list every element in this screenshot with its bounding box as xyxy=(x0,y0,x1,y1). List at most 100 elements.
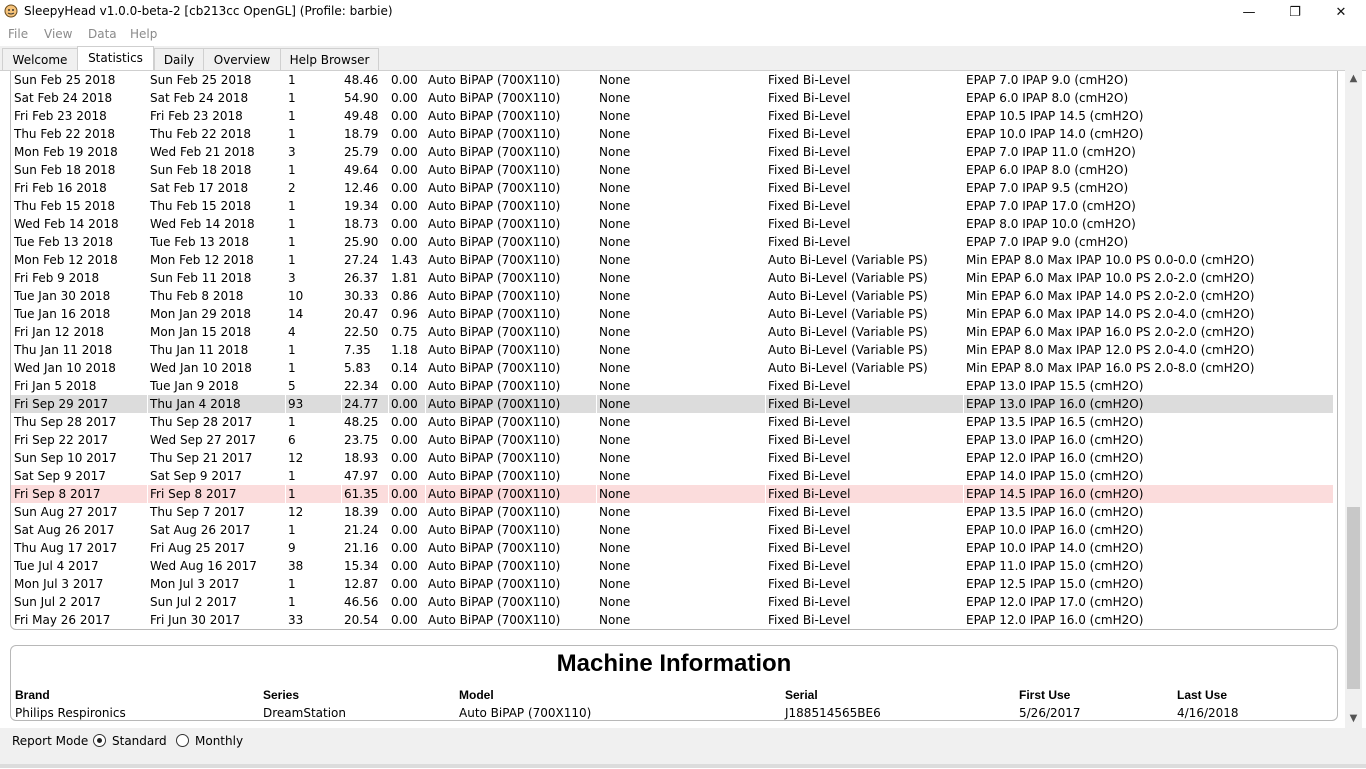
cell-median-hours: 47.97 xyxy=(344,469,379,483)
menu-view[interactable]: View xyxy=(44,27,72,41)
table-row[interactable]: Thu Jan 11 2018 Thu Jan 11 2018 1 7.35 1.18 A… xyxy=(11,341,1333,359)
scroll-up-icon[interactable]: ▲ xyxy=(1345,70,1362,87)
cell-end-date: Thu Feb 8 2018 xyxy=(150,289,244,303)
cell-start-date: Mon Feb 19 2018 xyxy=(14,145,118,159)
cell-days: 1 xyxy=(288,109,296,123)
vertical-scrollbar[interactable]: ▲ ▼ xyxy=(1345,70,1362,728)
cell-end-date: Thu Sep 7 2017 xyxy=(150,505,245,519)
cell-median-hours: 24.77 xyxy=(344,397,379,411)
table-row[interactable]: Tue Feb 13 2018 Tue Feb 13 2018 1 25.90 0.00… xyxy=(11,233,1333,251)
minimize-button[interactable]: — xyxy=(1226,0,1272,24)
menu-help[interactable]: Help xyxy=(130,27,157,41)
menu-data[interactable]: Data xyxy=(88,27,117,41)
cell-end-date: Mon Feb 12 2018 xyxy=(150,253,254,267)
monthly-radio-label[interactable]: Monthly xyxy=(195,734,243,748)
cell-machine: Auto BiPAP (700X110) xyxy=(428,397,561,411)
tab-statistics[interactable]: Statistics xyxy=(77,46,154,70)
table-row[interactable]: Tue Jan 30 2018 Thu Feb 8 2018 10 30.33 0.86… xyxy=(11,287,1333,305)
table-row[interactable]: Sat Aug 26 2017 Sat Aug 26 2017 1 21.24 0.00… xyxy=(11,521,1333,539)
cell-humidifier: None xyxy=(599,505,631,519)
table-row[interactable]: Fri Sep 22 2017 Wed Sep 27 2017 6 23.75 0.00… xyxy=(11,431,1333,449)
cell-start-date: Sun Sep 10 2017 xyxy=(14,451,117,465)
table-row[interactable]: Thu Sep 28 2017 Thu Sep 28 2017 1 48.25 0.00… xyxy=(11,413,1333,431)
cell-machine: Auto BiPAP (700X110) xyxy=(428,433,561,447)
table-row[interactable]: Mon Feb 12 2018 Mon Feb 12 2018 1 27.24 1.43… xyxy=(11,251,1333,269)
cell-end-date: Sat Feb 24 2018 xyxy=(150,91,249,105)
table-row[interactable]: Fri Jan 12 2018 Mon Jan 15 2018 4 22.50 0.75… xyxy=(11,323,1333,341)
cell-end-date: Tue Jan 9 2018 xyxy=(150,379,239,393)
cell-ahi: 0.00 xyxy=(391,145,418,159)
cell-machine: Auto BiPAP (700X110) xyxy=(428,487,561,501)
table-row[interactable]: Sun Jul 2 2017 Sun Jul 2 2017 1 46.56 0.00 Au… xyxy=(11,593,1333,611)
table-row[interactable]: Tue Jan 16 2018 Mon Jan 29 2018 14 20.47 0.9… xyxy=(11,305,1333,323)
table-row[interactable]: Fri Sep 8 2017 Fri Sep 8 2017 1 61.35 0.00 Au… xyxy=(11,485,1333,503)
table-row[interactable]: Fri Feb 9 2018 Sun Feb 11 2018 3 26.37 1.81 A… xyxy=(11,269,1333,287)
standard-radio-label[interactable]: Standard xyxy=(112,734,167,748)
cell-humidifier: None xyxy=(599,289,631,303)
cell-end-date: Tue Feb 13 2018 xyxy=(150,235,249,249)
tab-welcome[interactable]: Welcome xyxy=(2,48,78,70)
cell-mode: Fixed Bi-Level xyxy=(768,505,851,519)
table-row[interactable]: Sat Sep 9 2017 Sat Sep 9 2017 1 47.97 0.00 Au… xyxy=(11,467,1333,485)
cell-start-date: Sat Sep 9 2017 xyxy=(14,469,106,483)
cell-mode: Fixed Bi-Level xyxy=(768,469,851,483)
cell-median-hours: 23.75 xyxy=(344,433,379,447)
value-model: Auto BiPAP (700X110) xyxy=(459,706,592,720)
column-divider xyxy=(147,485,148,503)
cell-pressure: Min EPAP 6.0 Max IPAP 10.0 PS 2.0-2.0 (c… xyxy=(966,271,1255,285)
cell-ahi: 0.00 xyxy=(391,379,418,393)
cell-mode: Fixed Bi-Level xyxy=(768,559,851,573)
table-row[interactable]: Fri Jan 5 2018 Tue Jan 9 2018 5 22.34 0.00 Au… xyxy=(11,377,1333,395)
cell-start-date: Fri Sep 22 2017 xyxy=(14,433,109,447)
table-row[interactable]: Thu Feb 22 2018 Thu Feb 22 2018 1 18.79 0.00… xyxy=(11,125,1333,143)
scrollbar-thumb[interactable] xyxy=(1347,507,1360,689)
table-row[interactable]: Tue Jul 4 2017 Wed Aug 16 2017 38 15.34 0.00… xyxy=(11,557,1333,575)
cell-days: 1 xyxy=(288,415,296,429)
cell-ahi: 0.14 xyxy=(391,361,418,375)
tab-daily[interactable]: Daily xyxy=(154,48,204,70)
menu-file[interactable]: File xyxy=(8,27,28,41)
scroll-down-icon[interactable]: ▼ xyxy=(1345,710,1362,727)
table-row[interactable]: Sat Feb 24 2018 Sat Feb 24 2018 1 54.90 0.00… xyxy=(11,89,1333,107)
table-row[interactable]: Mon Feb 19 2018 Wed Feb 21 2018 3 25.79 0.00… xyxy=(11,143,1333,161)
cell-machine: Auto BiPAP (700X110) xyxy=(428,361,561,375)
table-row[interactable]: Fri Feb 16 2018 Sat Feb 17 2018 2 12.46 0.00… xyxy=(11,179,1333,197)
table-row[interactable]: Thu Feb 15 2018 Thu Feb 15 2018 1 19.34 0.00… xyxy=(11,197,1333,215)
table-row[interactable]: Fri May 26 2017 Fri Jun 30 2017 33 20.54 0.0… xyxy=(11,611,1333,629)
cell-ahi: 0.00 xyxy=(391,505,418,519)
restore-button[interactable]: ❐ xyxy=(1272,0,1318,24)
table-row[interactable]: Fri Feb 23 2018 Fri Feb 23 2018 1 49.48 0.00… xyxy=(11,107,1333,125)
cell-median-hours: 22.34 xyxy=(344,379,379,393)
cell-median-hours: 7.35 xyxy=(344,343,371,357)
table-row[interactable]: Thu Aug 17 2017 Fri Aug 25 2017 9 21.16 0.00… xyxy=(11,539,1333,557)
tab-help-browser[interactable]: Help Browser xyxy=(280,48,379,70)
table-row[interactable]: Sun Feb 18 2018 Sun Feb 18 2018 1 49.64 0.00… xyxy=(11,161,1333,179)
value-first-use: 5/26/2017 xyxy=(1019,706,1081,720)
cell-days: 1 xyxy=(288,91,296,105)
table-row[interactable]: Mon Jul 3 2017 Mon Jul 3 2017 1 12.87 0.00 Au… xyxy=(11,575,1333,593)
cell-start-date: Fri Feb 16 2018 xyxy=(14,181,107,195)
cell-days: 1 xyxy=(288,577,296,591)
close-button[interactable]: ✕ xyxy=(1318,0,1364,24)
tab-overview[interactable]: Overview xyxy=(203,48,281,70)
table-row[interactable]: Wed Jan 10 2018 Wed Jan 10 2018 1 5.83 0.14 A… xyxy=(11,359,1333,377)
value-brand: Philips Respironics xyxy=(15,706,126,720)
cell-humidifier: None xyxy=(599,613,631,627)
table-row[interactable]: Sun Sep 10 2017 Thu Sep 21 2017 12 18.93 0.0… xyxy=(11,449,1333,467)
cell-machine: Auto BiPAP (700X110) xyxy=(428,145,561,159)
table-row[interactable]: Fri Sep 29 2017 Thu Jan 4 2018 93 24.77 0.00… xyxy=(11,395,1333,413)
cell-ahi: 0.00 xyxy=(391,199,418,213)
standard-radio[interactable] xyxy=(93,734,106,747)
column-divider xyxy=(285,485,286,503)
cell-days: 1 xyxy=(288,127,296,141)
cell-pressure: EPAP 13.0 IPAP 15.5 (cmH2O) xyxy=(966,379,1144,393)
cell-humidifier: None xyxy=(599,307,631,321)
cell-end-date: Fri Sep 8 2017 xyxy=(150,487,237,501)
table-row[interactable]: Sun Aug 27 2017 Thu Sep 7 2017 12 18.39 0.00… xyxy=(11,503,1333,521)
monthly-radio[interactable] xyxy=(176,734,189,747)
cell-end-date: Fri Aug 25 2017 xyxy=(150,541,245,555)
cell-pressure: EPAP 7.0 IPAP 17.0 (cmH2O) xyxy=(966,199,1136,213)
cell-machine: Auto BiPAP (700X110) xyxy=(428,595,561,609)
table-row[interactable]: Sun Feb 25 2018 Sun Feb 25 2018 1 48.46 0.00… xyxy=(11,71,1333,89)
table-row[interactable]: Wed Feb 14 2018 Wed Feb 14 2018 1 18.73 0.00… xyxy=(11,215,1333,233)
